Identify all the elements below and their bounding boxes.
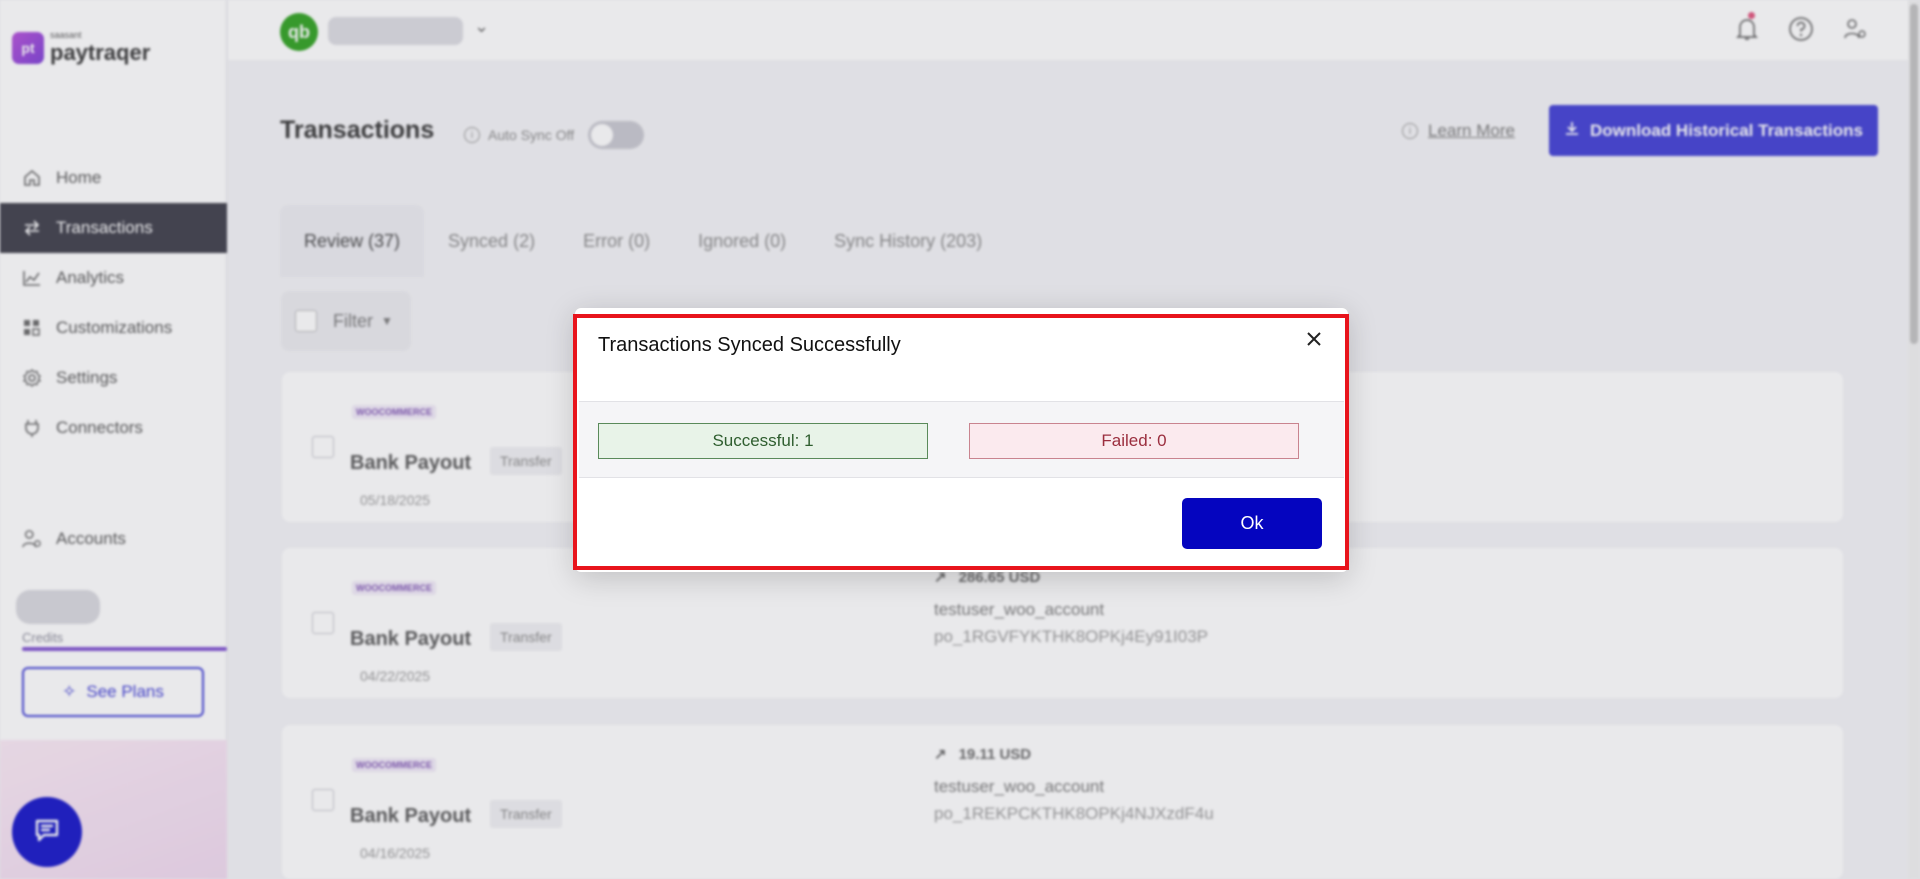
sync-result-dialog: Transactions Synced Successfully Success…	[575, 308, 1348, 572]
dialog-title: Transactions Synced Successfully	[598, 334, 901, 356]
ok-button[interactable]: Ok	[1182, 498, 1322, 549]
failed-count: Failed: 0	[969, 423, 1299, 459]
dialog-body: Successful: 1 Failed: 0	[579, 401, 1344, 478]
close-icon[interactable]	[1301, 326, 1327, 352]
successful-count: Successful: 1	[598, 423, 928, 459]
